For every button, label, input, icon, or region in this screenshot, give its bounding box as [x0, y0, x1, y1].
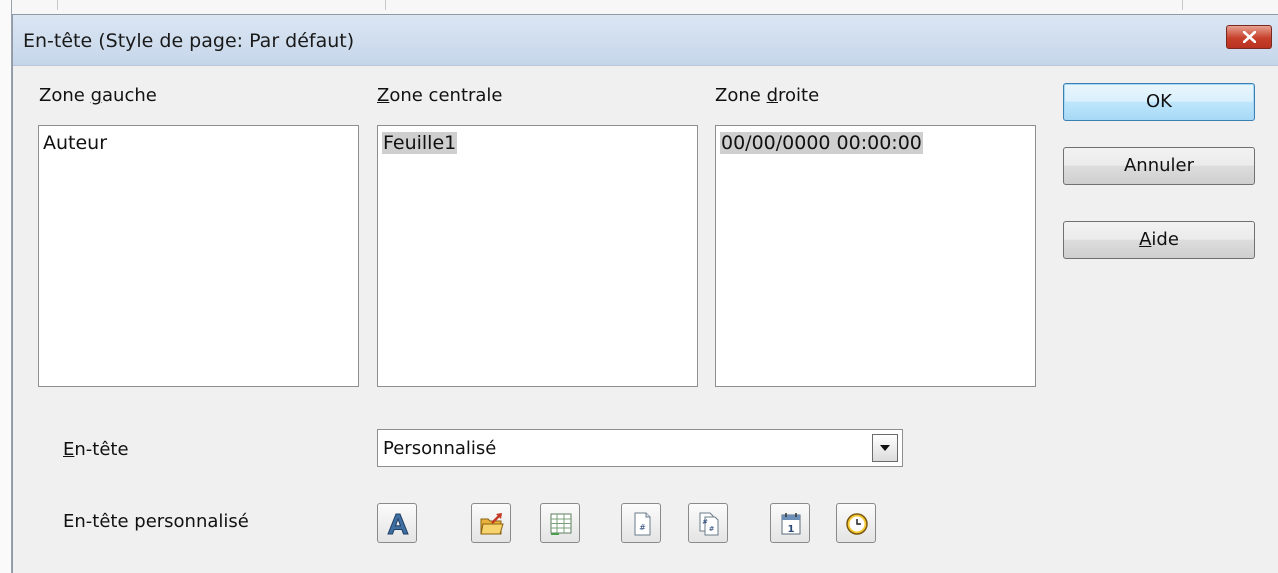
right-zone-label: Zone droite: [715, 85, 820, 106]
header-label: En-tête: [63, 439, 129, 460]
date-button[interactable]: 1: [770, 503, 810, 543]
svg-text:#: #: [639, 523, 646, 532]
custom-header-label: En-tête personnalisé: [63, 511, 249, 532]
center-zone-editor[interactable]: Feuille1: [377, 125, 698, 387]
page-number-button[interactable]: #: [621, 503, 661, 543]
center-zone-content: Feuille1: [382, 132, 458, 154]
sheet-name-button[interactable]: [540, 503, 580, 543]
header-select-value: Personnalisé: [383, 438, 497, 459]
page-count-button[interactable]: # #: [688, 503, 728, 543]
svg-text:#: #: [709, 525, 715, 533]
background-sheet-edge: [0, 0, 12, 573]
chevron-down-icon[interactable]: [872, 434, 898, 462]
pages-icon: # #: [699, 512, 719, 536]
svg-text:1: 1: [788, 524, 795, 535]
svg-text:#: #: [702, 518, 708, 526]
left-zone-label: Zone gauche: [39, 85, 157, 106]
sheet-name-icon: [550, 513, 572, 535]
cancel-button[interactable]: Annuler: [1063, 147, 1255, 185]
title-icon: [480, 513, 504, 535]
text-attributes-button[interactable]: [377, 503, 417, 543]
dialog-title: En-tête (Style de page: Par défaut): [23, 30, 355, 52]
time-button[interactable]: [836, 503, 876, 543]
left-zone-content: Auteur: [43, 132, 108, 154]
title-button[interactable]: [471, 503, 511, 543]
time-icon: [846, 513, 868, 535]
background-ruler: [12, 0, 1278, 14]
left-zone-editor[interactable]: Auteur: [38, 125, 359, 387]
header-select[interactable]: Personnalisé: [377, 429, 903, 467]
ok-button[interactable]: OK: [1063, 83, 1255, 121]
help-button[interactable]: Aide: [1063, 221, 1255, 259]
header-dialog: En-tête (Style de page: Par défaut) Zone…: [12, 14, 1278, 573]
title-bar: En-tête (Style de page: Par défaut): [13, 15, 1278, 66]
right-zone-editor[interactable]: 00/00/0000 00:00:00: [715, 125, 1036, 387]
right-zone-content: 00/00/0000 00:00:00: [720, 132, 923, 154]
text-attributes-icon: [387, 513, 409, 535]
date-icon: 1: [781, 513, 801, 535]
center-zone-label: Zone centrale: [377, 85, 503, 106]
page-icon: #: [634, 512, 651, 536]
close-icon: [1243, 31, 1256, 43]
close-button[interactable]: [1226, 25, 1272, 49]
